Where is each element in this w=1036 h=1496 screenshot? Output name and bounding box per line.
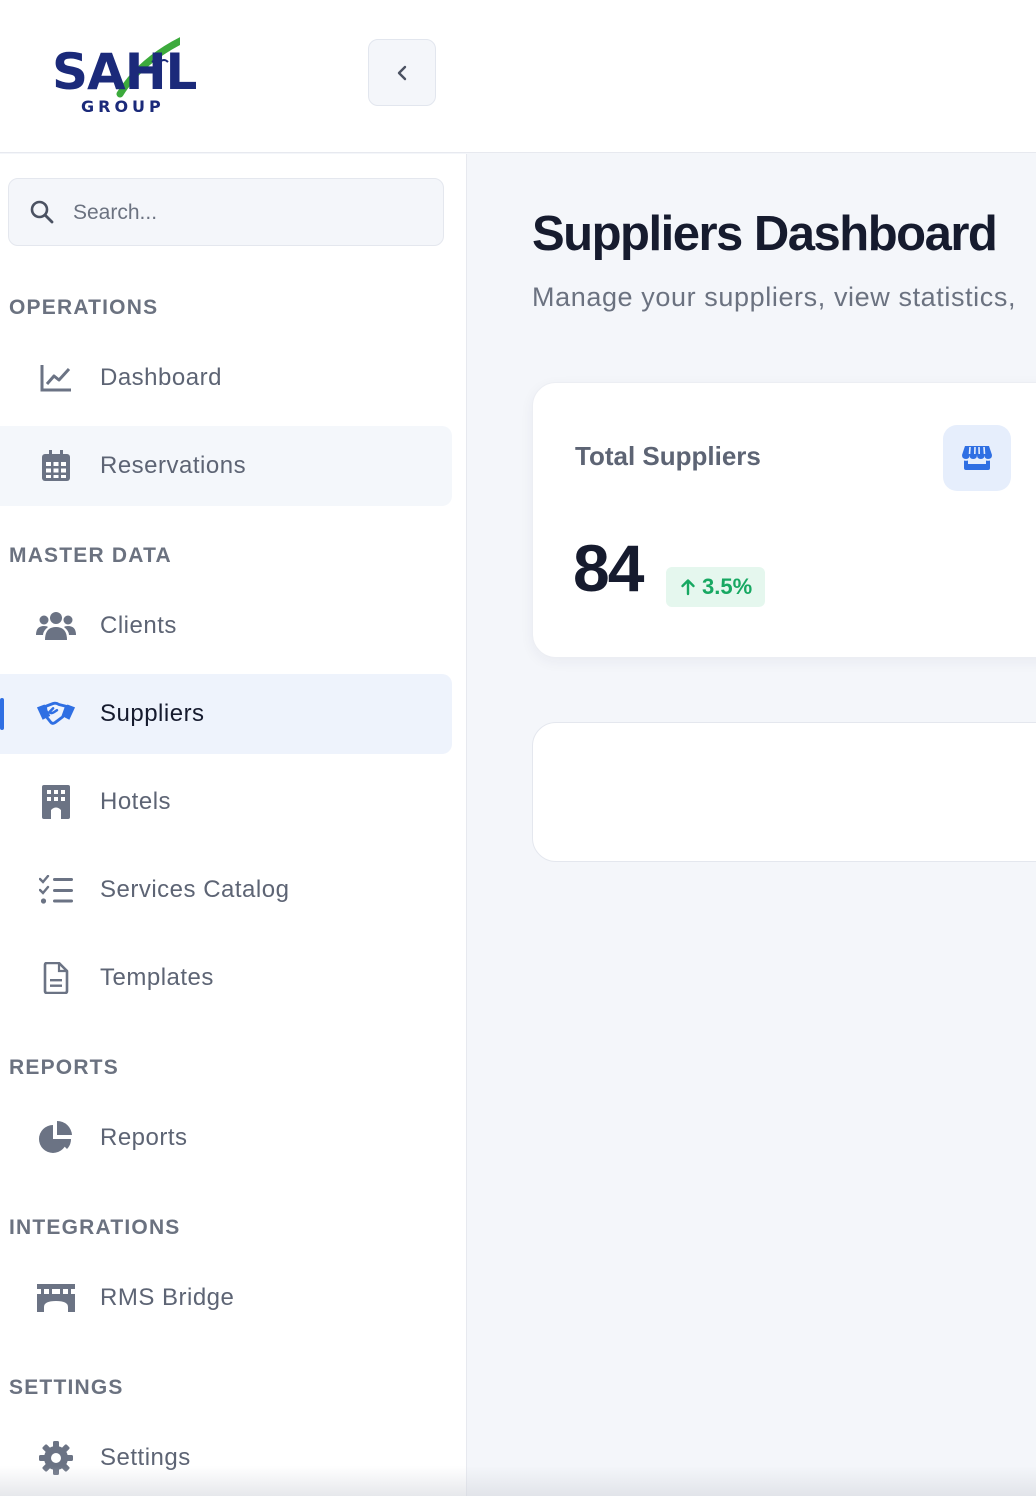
logo-subtitle: GROUP: [81, 97, 165, 116]
sidebar-item-label: RMS Bridge: [100, 1284, 235, 1311]
sidebar-item-label: Reports: [100, 1124, 188, 1151]
sidebar-item-label: Services Catalog: [100, 876, 290, 903]
sidebar-item-label: Reservations: [100, 452, 247, 479]
list-check-icon: [36, 870, 76, 910]
sidebar-item-hotels[interactable]: Hotels: [0, 762, 452, 842]
search-input[interactable]: [73, 193, 413, 233]
sidebar-item-label: Suppliers: [100, 700, 205, 727]
logo-wordmark: SAHL: [52, 43, 197, 101]
stat-change-badge: 3.5%: [666, 567, 766, 607]
sidebar-item-label: Dashboard: [100, 364, 222, 391]
section-label-reports: REPORTS: [9, 1056, 119, 1079]
building-icon: [36, 782, 76, 822]
section-label-master-data: MASTER DATA: [9, 544, 172, 567]
brand-logo[interactable]: SAHL GROUP: [50, 24, 200, 120]
sidebar-item-dashboard[interactable]: Dashboard: [0, 338, 452, 418]
bottom-scroll-fade: [0, 1466, 1036, 1496]
arrow-up-icon: [681, 579, 695, 596]
sidebar-item-label: Clients: [100, 612, 177, 639]
main-content: Suppliers Dashboard Manage your supplier…: [468, 154, 1036, 1496]
sidebar-item-suppliers[interactable]: Suppliers: [0, 674, 452, 754]
search-icon: [30, 200, 54, 224]
sidebar-item-services-catalog[interactable]: Services Catalog: [0, 850, 452, 930]
search-box[interactable]: [8, 178, 444, 246]
section-label-operations: OPERATIONS: [9, 296, 159, 319]
bridge-icon: [36, 1278, 76, 1318]
sidebar-item-reservations[interactable]: Reservations: [0, 426, 452, 506]
sidebar: OPERATIONS Dashboard Reservations MASTER…: [0, 154, 467, 1496]
section-label-integrations: INTEGRATIONS: [9, 1216, 181, 1239]
chart-line-icon: [36, 358, 76, 398]
section-label-settings: SETTINGS: [9, 1376, 124, 1399]
page-subtitle: Manage your suppliers, view statistics,: [532, 282, 1017, 312]
sidebar-item-templates[interactable]: Templates: [0, 938, 452, 1018]
stat-card-value: 84: [573, 531, 644, 605]
stat-card-icon-box: [943, 425, 1011, 491]
sidebar-collapse-button[interactable]: [368, 39, 436, 106]
sidebar-item-clients[interactable]: Clients: [0, 586, 452, 666]
calendar-icon: [36, 446, 76, 486]
stat-change-value: 3.5%: [702, 574, 753, 599]
handshake-icon: [36, 694, 76, 734]
page-title: Suppliers Dashboard: [532, 207, 998, 261]
store-icon: [962, 446, 992, 470]
sidebar-item-rms-bridge[interactable]: RMS Bridge: [0, 1258, 452, 1338]
document-icon: [36, 958, 76, 998]
chevron-left-icon: [397, 65, 407, 80]
stat-card-title: Total Suppliers: [575, 441, 761, 471]
sidebar-item-reports[interactable]: Reports: [0, 1098, 452, 1178]
top-bar: SAHL GROUP: [0, 0, 1036, 153]
total-suppliers-card: Total Suppliers 84 3.5%: [532, 382, 1036, 658]
users-icon: [36, 606, 76, 646]
sidebar-item-label: Hotels: [100, 788, 172, 815]
pie-chart-icon: [36, 1118, 76, 1158]
content-card: [532, 722, 1036, 862]
sidebar-item-label: Templates: [100, 964, 214, 991]
